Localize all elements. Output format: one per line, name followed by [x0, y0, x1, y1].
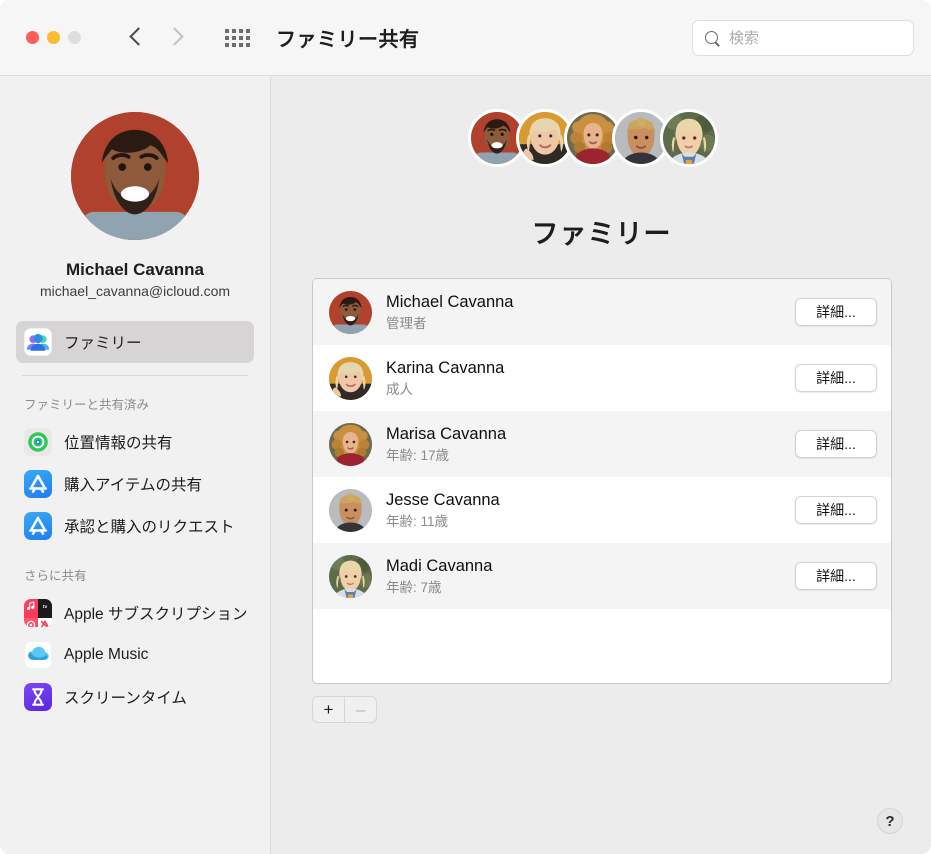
- add-member-button[interactable]: +: [313, 697, 344, 722]
- sidebar-item-location-sharing[interactable]: 位置情報の共有: [16, 421, 254, 463]
- table-row[interactable]: Karina Cavanna 成人 詳細...: [313, 345, 891, 411]
- remove-member-button[interactable]: –: [345, 697, 376, 722]
- add-remove-segmented-control: + –: [312, 696, 377, 723]
- family-member-list: Michael Cavanna 管理者 詳細... Karina Cavanna…: [312, 278, 892, 684]
- apple-news-tile-icon: [38, 618, 52, 627]
- apple-music-cloud-icon: [24, 641, 52, 669]
- member-info: Madi Cavanna 年齢: 7歳: [386, 556, 795, 596]
- search-field[interactable]: [692, 20, 914, 56]
- sidebar-item-family[interactable]: ファミリー: [16, 321, 254, 363]
- zoom-button[interactable]: [68, 31, 81, 44]
- table-row[interactable]: Marisa Cavanna 年齢: 17歳 詳細...: [313, 411, 891, 477]
- member-role: 年齢: 11歳: [386, 514, 449, 529]
- avatar: [71, 112, 199, 240]
- sidebar-item-label: ファミリー: [64, 335, 142, 352]
- find-my-icon: [24, 428, 52, 456]
- help-button[interactable]: ?: [877, 808, 903, 834]
- app-store-icon: [24, 470, 52, 498]
- details-button[interactable]: 詳細...: [795, 298, 877, 326]
- apple-subscriptions-icon: [24, 599, 52, 627]
- sidebar-section-title: さらに共有: [24, 569, 87, 583]
- member-name: Madi Cavanna: [386, 557, 493, 575]
- member-name: Marisa Cavanna: [386, 425, 507, 443]
- family-sharing-window: ファミリー共有 Michael Cavanna michael_cavanna@…: [0, 0, 931, 854]
- sidebar-primary-group: ファミリー: [0, 321, 270, 363]
- family-icon: [24, 328, 52, 356]
- member-info: Marisa Cavanna 年齢: 17歳: [386, 424, 795, 464]
- member-role: 年齢: 7歳: [386, 580, 442, 595]
- avatar: [329, 290, 372, 334]
- navigation-arrows: [129, 25, 183, 51]
- titlebar: ファミリー共有: [0, 0, 931, 76]
- account-summary: Michael Cavanna michael_cavanna@icloud.c…: [0, 76, 270, 299]
- sidebar-section-shared-with-family: ファミリーと共有済み 位置情報の共有 購入アイテムの共有 承認と購入のリクエスト: [0, 394, 270, 547]
- sidebar-item-label: 購入アイテムの共有: [64, 477, 202, 494]
- avatar: [329, 554, 372, 598]
- minimize-button[interactable]: [47, 31, 60, 44]
- sidebar-item-purchase-sharing[interactable]: 購入アイテムの共有: [16, 463, 254, 505]
- account-name: Michael Cavanna: [66, 260, 204, 279]
- sidebar: Michael Cavanna michael_cavanna@icloud.c…: [0, 76, 271, 854]
- member-name: Michael Cavanna: [386, 293, 514, 311]
- sidebar-item-screen-time[interactable]: スクリーンタイム: [16, 676, 254, 718]
- avatar: [329, 488, 372, 532]
- show-all-grid-icon[interactable]: [225, 28, 250, 47]
- sidebar-item-label: 位置情報の共有: [64, 435, 173, 452]
- page-title: ファミリー共有: [276, 29, 420, 51]
- details-button[interactable]: 詳細...: [795, 364, 877, 392]
- member-name: Karina Cavanna: [386, 359, 505, 377]
- details-button[interactable]: 詳細...: [795, 430, 877, 458]
- main-content: ファミリー Michael Cavanna 管理者 詳細... Karina C…: [272, 76, 931, 854]
- sidebar-item-label: スクリーンタイム: [64, 690, 187, 707]
- sidebar-item-label: 承認と購入のリクエスト: [64, 519, 235, 536]
- back-chevron-icon[interactable]: [129, 25, 145, 51]
- traffic-lights: [26, 31, 81, 44]
- details-button[interactable]: 詳細...: [795, 562, 877, 590]
- member-info: Michael Cavanna 管理者: [386, 292, 795, 332]
- table-row[interactable]: Jesse Cavanna 年齢: 11歳 詳細...: [313, 477, 891, 543]
- sidebar-item-apple-music[interactable]: Apple Music: [16, 634, 254, 676]
- sidebar-divider: [22, 375, 248, 376]
- sidebar-item-label: Apple サブスクリプション: [64, 606, 248, 623]
- avatar: [660, 109, 718, 167]
- member-role: 管理者: [386, 316, 427, 331]
- member-role: 成人: [386, 382, 413, 397]
- family-avatar-stack: [468, 109, 718, 167]
- account-email: michael_cavanna@icloud.com: [39, 283, 231, 299]
- apple-music-tile-icon: [24, 599, 38, 618]
- apple-arcade-tile-icon: [24, 618, 38, 627]
- member-role: 年齢: 17歳: [386, 448, 450, 463]
- close-button[interactable]: [26, 31, 39, 44]
- details-button[interactable]: 詳細...: [795, 496, 877, 524]
- table-row[interactable]: Michael Cavanna 管理者 詳細...: [313, 279, 891, 345]
- sidebar-item-ask-to-buy[interactable]: 承認と購入のリクエスト: [16, 505, 254, 547]
- sidebar-section-title: ファミリーと共有済み: [24, 398, 150, 412]
- sidebar-section-more-sharing: さらに共有 Apple サブスクリプション Apple Music スクリーンタ…: [0, 565, 270, 718]
- screen-time-icon: [24, 683, 52, 711]
- table-row[interactable]: Madi Cavanna 年齢: 7歳 詳細...: [313, 543, 891, 609]
- sidebar-item-label: Apple Music: [64, 646, 149, 663]
- avatar: [329, 356, 372, 400]
- forward-chevron-icon[interactable]: [167, 25, 183, 51]
- app-store-icon: [24, 512, 52, 540]
- search-icon: [704, 30, 721, 47]
- avatar: [329, 422, 372, 466]
- family-heading: ファミリー: [531, 219, 672, 249]
- search-input[interactable]: [729, 29, 889, 47]
- member-info: Jesse Cavanna 年齢: 11歳: [386, 490, 795, 530]
- apple-tv-tile-icon: [38, 599, 52, 618]
- sidebar-item-apple-subscriptions[interactable]: Apple サブスクリプション: [16, 592, 254, 634]
- member-name: Jesse Cavanna: [386, 491, 500, 509]
- member-info: Karina Cavanna 成人: [386, 358, 795, 398]
